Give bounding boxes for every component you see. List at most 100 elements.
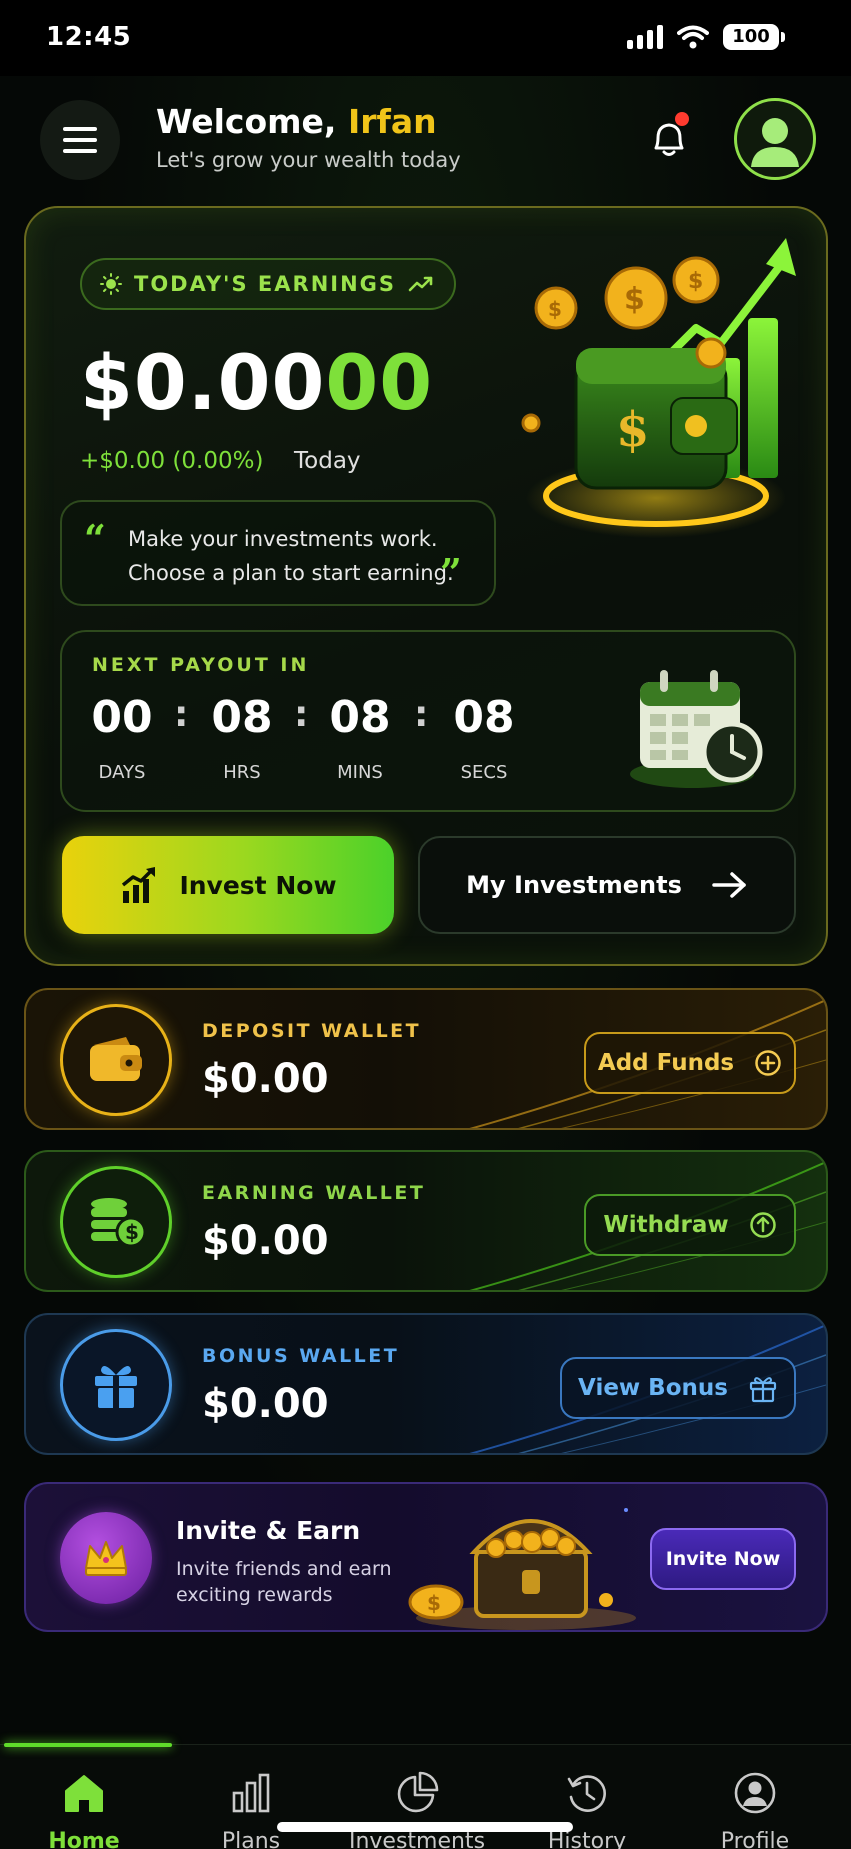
- countdown-separator: :: [294, 694, 309, 735]
- view-bonus-label: View Bonus: [578, 1375, 728, 1401]
- countdown-hours: 08: [211, 692, 273, 743]
- payout-label: NEXT PAYOUT IN: [92, 654, 310, 676]
- svg-text:$: $: [427, 1591, 441, 1615]
- growth-chart-icon: [122, 867, 156, 903]
- deposit-wallet-card: DEPOSIT WALLET $0.00 Add Funds: [24, 988, 828, 1130]
- withdraw-label: Withdraw: [603, 1212, 729, 1238]
- deposit-wallet-amount: $0.00: [202, 1056, 329, 1102]
- gift-icon: [95, 1366, 137, 1408]
- countdown-separator: :: [414, 694, 429, 735]
- svg-text:$: $: [616, 402, 649, 458]
- earnings-amount: $0.0000: [80, 338, 434, 427]
- invite-subtitle: Invite friends and earn exciting rewards: [176, 1558, 392, 1606]
- invest-now-label: Invest Now: [179, 870, 337, 900]
- treasure-chest-illustration: $: [408, 1508, 636, 1630]
- earnings-change: +$0.00 (0.00%): [80, 448, 264, 474]
- earning-wallet-label: EARNING WALLET: [202, 1182, 426, 1204]
- nav-label-plans: Plans: [221, 1829, 281, 1849]
- bonus-wallet-badge: [60, 1329, 172, 1441]
- nav-tab-home[interactable]: Home: [14, 1771, 154, 1849]
- history-icon: [567, 1775, 606, 1812]
- arrow-right-icon: [712, 872, 746, 898]
- nav-label-home: Home: [48, 1829, 120, 1849]
- active-tab-indicator: [4, 1743, 172, 1747]
- invite-now-button[interactable]: Invite Now: [650, 1528, 796, 1590]
- bonus-wallet-amount: $0.00: [202, 1381, 329, 1427]
- menu-button[interactable]: [40, 100, 120, 180]
- quote-open-icon: “: [84, 516, 106, 561]
- earning-wallet-amount: $0.00: [202, 1218, 329, 1264]
- bar-chart-icon: [232, 1773, 270, 1813]
- app-screen: Welcome, Irfan Let's grow your wealth to…: [0, 76, 851, 1849]
- withdraw-button[interactable]: Withdraw: [584, 1194, 796, 1256]
- nav-label-history: History: [547, 1829, 627, 1849]
- next-payout-countdown: NEXT PAYOUT IN 00 DAYS : 08 HRS : 08 MIN…: [60, 630, 796, 812]
- countdown-seconds-label: SECS: [460, 762, 508, 783]
- earning-wallet-card: $ EARNING WALLET $0.00 Withdraw: [24, 1150, 828, 1292]
- my-investments-label: My Investments: [466, 871, 682, 899]
- svg-text:$: $: [548, 297, 562, 321]
- wallet-icon: [90, 1037, 142, 1081]
- bonus-wallet-card: BONUS WALLET $0.00 View Bonus: [24, 1313, 828, 1455]
- svg-text:$: $: [624, 282, 645, 317]
- welcome-heading: Welcome, Irfan: [156, 102, 437, 141]
- deposit-wallet-badge: [60, 1004, 172, 1116]
- calendar-clock-icon: [630, 670, 763, 788]
- signal-icon: [627, 25, 663, 49]
- earnings-period: Today: [294, 448, 361, 474]
- nav-tab-plans[interactable]: Plans: [181, 1771, 321, 1849]
- wallet-coins-illustration: $ $ $ $: [521, 238, 796, 538]
- battery-icon: 100: [723, 24, 785, 50]
- quote-text: Make your investments work. Choose a pla…: [128, 527, 454, 585]
- bottom-navigation: Home Plans Investments History Profile: [0, 1743, 851, 1849]
- plus-circle-icon: [755, 1050, 781, 1076]
- countdown-separator: :: [174, 694, 189, 735]
- bonus-wallet-label: BONUS WALLET: [202, 1345, 400, 1367]
- invite-earn-banner: Invite & Earn Invite friends and earn ex…: [24, 1482, 828, 1632]
- nav-tab-history[interactable]: History: [517, 1771, 657, 1849]
- welcome-subtitle: Let's grow your wealth today: [156, 148, 461, 172]
- countdown-seconds: 08: [453, 692, 515, 743]
- home-icon: [65, 1775, 103, 1812]
- my-investments-button[interactable]: My Investments: [418, 836, 796, 934]
- nav-label-investments: Investments: [348, 1829, 486, 1849]
- countdown-minutes-label: MINS: [337, 762, 383, 783]
- arrow-up-circle-icon: [749, 1212, 776, 1238]
- home-indicator[interactable]: [277, 1822, 573, 1832]
- earning-wallet-badge: $: [60, 1166, 172, 1278]
- gift-outline-icon: [749, 1377, 777, 1403]
- nav-tab-profile[interactable]: Profile: [685, 1771, 825, 1849]
- deposit-wallet-label: DEPOSIT WALLET: [202, 1020, 422, 1042]
- hamburger-icon: [63, 127, 97, 131]
- add-funds-label: Add Funds: [597, 1050, 735, 1076]
- earnings-label: TODAY'S EARNINGS: [134, 272, 397, 296]
- invite-badge: [60, 1512, 152, 1604]
- user-name: Irfan: [347, 102, 437, 141]
- add-funds-button[interactable]: Add Funds: [584, 1032, 796, 1094]
- motivation-quote: “ Make your investments work. Choose a p…: [60, 500, 496, 606]
- svg-text:$: $: [688, 269, 703, 294]
- wifi-icon: [677, 25, 709, 49]
- crown-icon: [85, 1541, 127, 1576]
- svg-text:$: $: [125, 1220, 139, 1244]
- invest-now-button[interactable]: Invest Now: [62, 836, 394, 934]
- quote-close-icon: ”: [440, 550, 462, 595]
- countdown-hours-label: HRS: [223, 762, 261, 783]
- profile-icon: [734, 1772, 776, 1814]
- nav-tab-investments[interactable]: Investments: [347, 1771, 487, 1849]
- countdown-days: 00: [91, 692, 153, 743]
- coins-dollar-icon: $: [91, 1198, 147, 1248]
- sun-icon: [100, 273, 122, 295]
- status-icons: 100: [627, 24, 785, 50]
- trend-up-icon: [408, 276, 433, 292]
- pie-chart-icon: [397, 1771, 439, 1813]
- avatar[interactable]: [734, 98, 816, 180]
- notification-dot: [675, 112, 689, 126]
- invite-title: Invite & Earn: [176, 1516, 361, 1545]
- user-avatar-icon: [751, 118, 799, 167]
- status-time: 12:45: [46, 22, 132, 52]
- countdown-days-label: DAYS: [98, 762, 146, 783]
- nav-label-profile: Profile: [720, 1829, 790, 1849]
- view-bonus-button[interactable]: View Bonus: [560, 1357, 796, 1419]
- status-bar: 12:45 100: [0, 0, 851, 76]
